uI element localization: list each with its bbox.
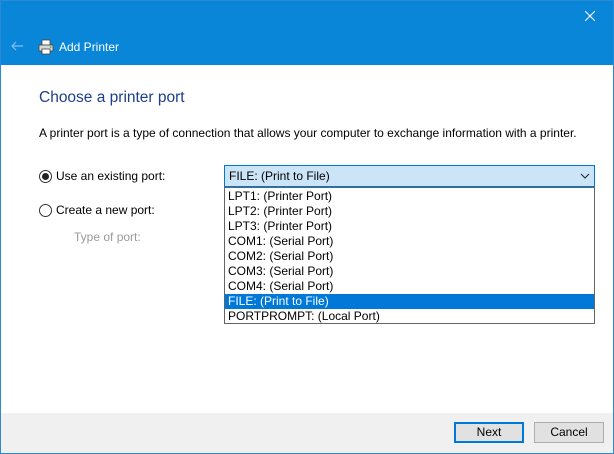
footer: Next Cancel: [1, 413, 613, 453]
type-of-port-label: Type of port:: [74, 230, 141, 244]
port-select-value: FILE: (Print to File): [229, 169, 330, 183]
use-existing-port-label: Use an existing port:: [56, 169, 166, 183]
printer-icon: [38, 39, 54, 55]
port-option[interactable]: LPT2: (Printer Port): [225, 204, 594, 219]
port-option[interactable]: FILE: (Print to File): [225, 294, 594, 309]
create-new-port-option[interactable]: Create a new port:: [39, 202, 155, 218]
close-button[interactable]: [567, 1, 613, 31]
use-existing-port-radio[interactable]: [39, 169, 52, 183]
wizard-title: Add Printer: [59, 40, 120, 54]
back-arrow-icon: [11, 41, 23, 51]
port-option[interactable]: COM4: (Serial Port): [225, 279, 594, 294]
cancel-button[interactable]: Cancel: [534, 422, 604, 443]
port-option[interactable]: PORTPROMPT: (Local Port): [225, 309, 594, 324]
add-printer-window: Add Printer Choose a printer port A prin…: [0, 0, 614, 454]
port-option[interactable]: COM1: (Serial Port): [225, 234, 594, 249]
port-option[interactable]: COM2: (Serial Port): [225, 249, 594, 264]
title-bar: [1, 1, 613, 31]
next-button[interactable]: Next: [454, 422, 524, 443]
port-option[interactable]: COM3: (Serial Port): [225, 264, 594, 279]
create-new-port-radio[interactable]: [39, 203, 52, 217]
port-option[interactable]: LPT3: (Printer Port): [225, 219, 594, 234]
close-icon: [585, 11, 595, 21]
page-title: Choose a printer port: [39, 89, 185, 106]
port-select[interactable]: FILE: (Print to File): [224, 165, 595, 187]
use-existing-port-option[interactable]: Use an existing port:: [39, 168, 165, 184]
port-dropdown-list: LPT1: (Printer Port) LPT2: (Printer Port)…: [224, 187, 595, 324]
page-description: A printer port is a type of connection t…: [39, 126, 577, 140]
back-button[interactable]: [9, 39, 25, 55]
chevron-down-icon: [580, 173, 590, 179]
create-new-port-label: Create a new port:: [56, 203, 155, 217]
wizard-header: Add Printer: [1, 31, 613, 65]
port-option[interactable]: LPT1: (Printer Port): [225, 189, 594, 204]
